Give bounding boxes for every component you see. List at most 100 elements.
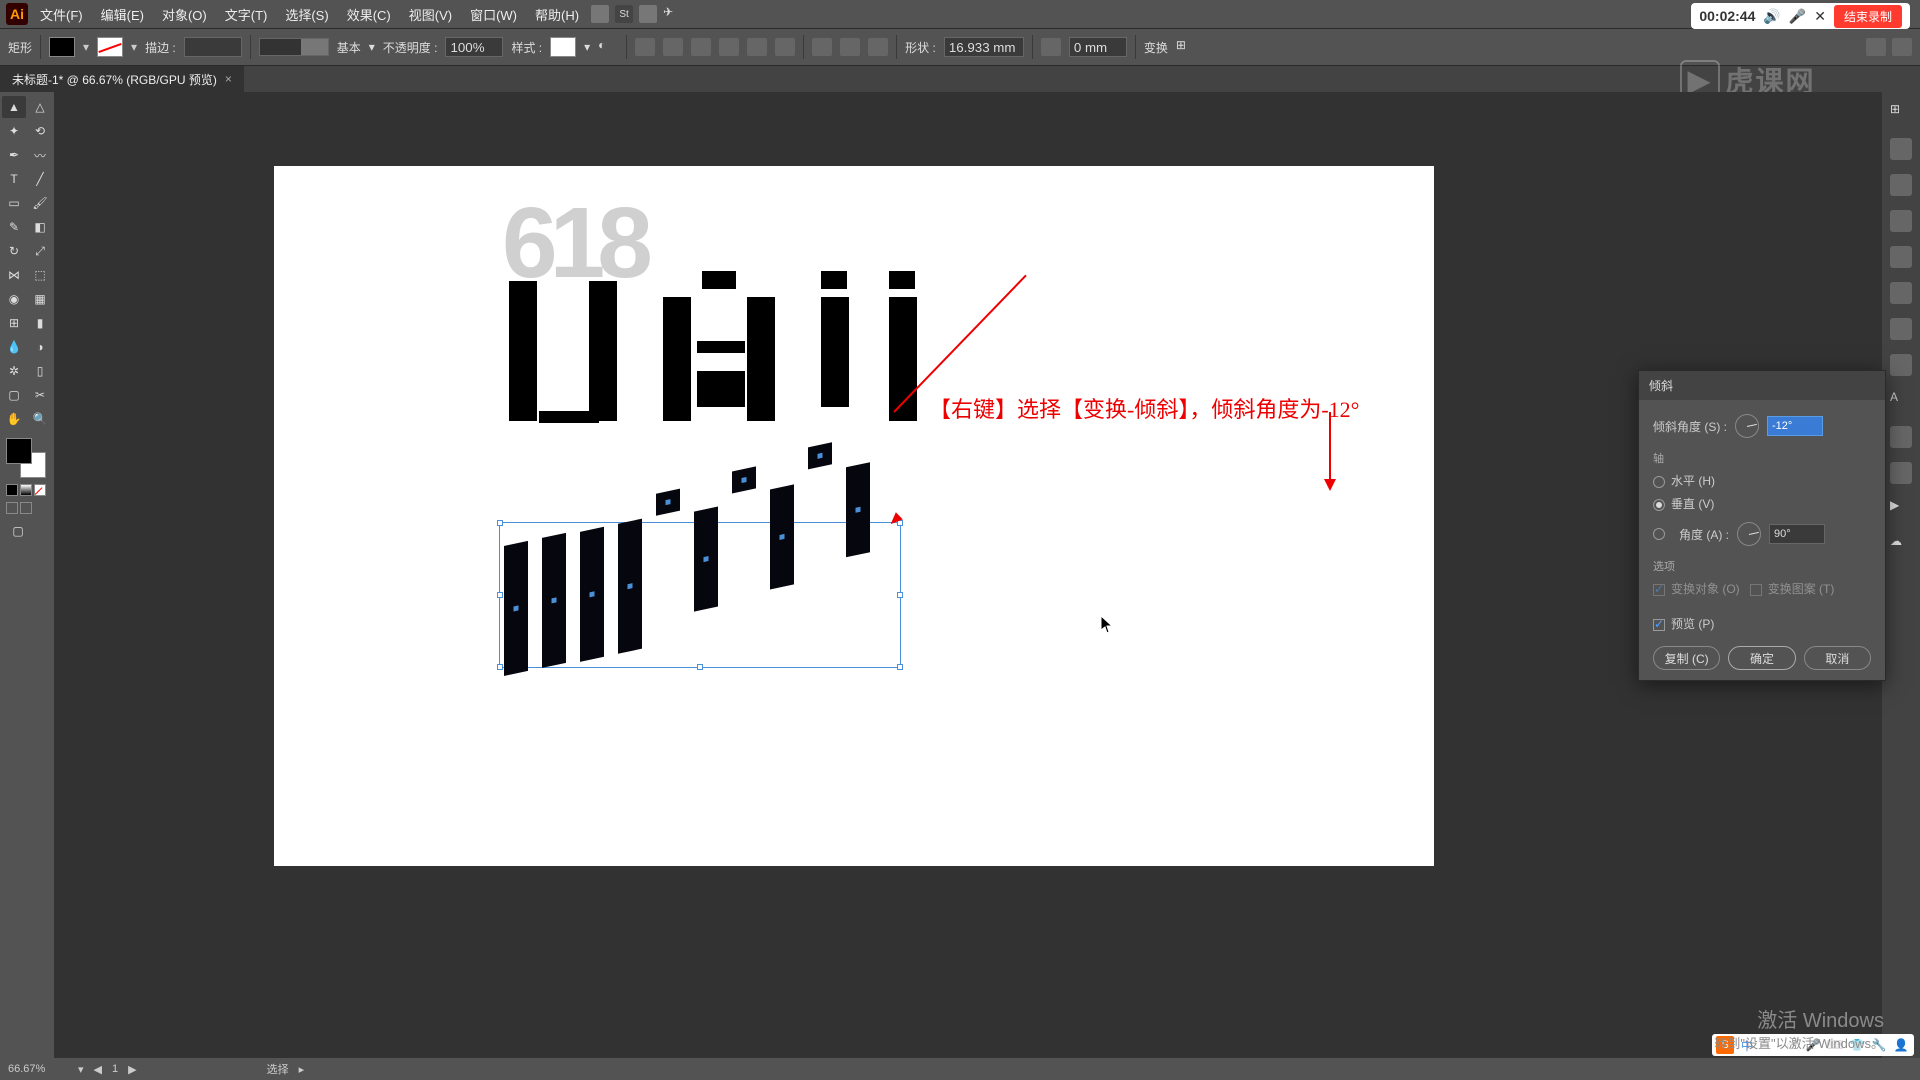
layers-panel-icon[interactable]: [1890, 462, 1912, 484]
menu-effect[interactable]: 效果(C): [341, 5, 397, 24]
symbol-sprayer-tool[interactable]: ✲: [2, 360, 26, 382]
slice-tool[interactable]: ✂: [28, 384, 52, 406]
shear-angle-input[interactable]: [1767, 416, 1823, 436]
graphic-styles-panel-icon[interactable]: [1890, 426, 1912, 448]
axis-angle-input[interactable]: [1769, 524, 1825, 544]
direct-selection-tool[interactable]: △: [28, 96, 52, 118]
screen-mode[interactable]: ▢: [6, 520, 30, 542]
align-top-icon[interactable]: [719, 38, 739, 56]
ime-user-icon[interactable]: 👤: [1892, 1036, 1910, 1054]
libraries-panel-icon[interactable]: ☁: [1890, 534, 1912, 556]
zoom-level[interactable]: 66.67%: [8, 1063, 68, 1075]
menu-window[interactable]: 窗口(W): [464, 5, 523, 24]
artboard-number[interactable]: 1: [112, 1063, 118, 1075]
corner-link-icon[interactable]: [1041, 38, 1061, 56]
document-tab[interactable]: 未标题-1* @ 66.67% (RGB/GPU 预览) ×: [0, 66, 244, 92]
preview-checkbox[interactable]: 预览 (P): [1653, 615, 1871, 632]
align-vcenter-icon[interactable]: [747, 38, 767, 56]
stop-recording-button[interactable]: 结束录制: [1834, 5, 1902, 28]
lasso-tool[interactable]: ⟲: [28, 120, 52, 142]
color-mode-none[interactable]: [34, 484, 46, 496]
free-transform-tool[interactable]: ⬚: [28, 264, 52, 286]
rotate-tool[interactable]: ↻: [2, 240, 26, 262]
hand-tool[interactable]: ✋: [2, 408, 26, 430]
menu-edit[interactable]: 编辑(E): [95, 5, 150, 24]
axis-angle-dial[interactable]: [1737, 522, 1761, 546]
axis-horizontal-radio[interactable]: 水平 (H): [1653, 472, 1871, 489]
fill-color[interactable]: [6, 438, 32, 464]
align-bottom-icon[interactable]: [775, 38, 795, 56]
gradient-tool[interactable]: ▮: [28, 312, 52, 334]
brush-definition[interactable]: [259, 38, 329, 56]
status-menu-icon[interactable]: ▸: [299, 1063, 305, 1076]
properties-panel-icon[interactable]: ⊞: [1890, 102, 1912, 124]
distribute-space-icon[interactable]: [868, 38, 888, 56]
paintbrush-tool[interactable]: 🖌: [28, 192, 52, 214]
brushes-panel-icon[interactable]: [1890, 210, 1912, 232]
isolate-icon[interactable]: [1866, 38, 1886, 56]
cancel-button[interactable]: 取消: [1804, 646, 1871, 670]
corner-radius-input[interactable]: [1069, 37, 1127, 57]
align-right-icon[interactable]: [691, 38, 711, 56]
swap-icon[interactable]: ▾: [83, 40, 89, 54]
color-mode-gradient[interactable]: [20, 484, 32, 496]
perspective-tool[interactable]: ▦: [28, 288, 52, 310]
zoom-dropdown-icon[interactable]: ▾: [78, 1063, 84, 1076]
panel-menu-icon[interactable]: [1892, 38, 1912, 56]
stroke-swatch[interactable]: [97, 37, 123, 57]
shape-builder-tool[interactable]: ◉: [2, 288, 26, 310]
width-tool[interactable]: ⋈: [2, 264, 26, 286]
symbols-panel-icon[interactable]: [1890, 246, 1912, 268]
type-tool[interactable]: T: [2, 168, 26, 190]
transform-label[interactable]: 变换: [1144, 39, 1168, 56]
pen-tool[interactable]: ✒: [2, 144, 26, 166]
mesh-tool[interactable]: ⊞: [2, 312, 26, 334]
color-panel-icon[interactable]: [1890, 138, 1912, 160]
swatches-panel-icon[interactable]: [1890, 174, 1912, 196]
shaper-tool[interactable]: ✎: [2, 216, 26, 238]
angle-dial[interactable]: [1735, 414, 1759, 438]
draw-normal[interactable]: [6, 502, 18, 514]
asset-export-panel-icon[interactable]: ▶: [1890, 498, 1912, 520]
menu-view[interactable]: 视图(V): [403, 5, 458, 24]
menu-file[interactable]: 文件(F): [34, 5, 89, 24]
artboard-nav-prev-icon[interactable]: ◀: [94, 1063, 102, 1076]
zoom-tool[interactable]: 🔍: [28, 408, 52, 430]
fill-swatch[interactable]: [49, 37, 75, 57]
menu-help[interactable]: 帮助(H): [529, 5, 585, 24]
transform-panel-icon[interactable]: ⊞: [1176, 38, 1196, 56]
style-dropdown[interactable]: ▾: [584, 40, 590, 54]
style-swatch[interactable]: [550, 37, 576, 57]
selection-tool[interactable]: ▲: [2, 96, 26, 118]
distribute-v-icon[interactable]: [840, 38, 860, 56]
ok-button[interactable]: 确定: [1728, 646, 1795, 670]
tab-close-icon[interactable]: ×: [225, 72, 232, 86]
eraser-tool[interactable]: ◧: [28, 216, 52, 238]
arrange-icon[interactable]: [639, 5, 657, 23]
artboard-tool[interactable]: ▢: [2, 384, 26, 406]
bridge-icon[interactable]: [591, 5, 609, 23]
profile-dropdown[interactable]: ▾: [369, 40, 375, 54]
pause-icon[interactable]: ✕: [1814, 8, 1826, 25]
draw-behind[interactable]: [20, 502, 32, 514]
menu-object[interactable]: 对象(O): [156, 5, 213, 24]
mic-icon[interactable]: 🎤: [1789, 8, 1806, 25]
shape-width-input[interactable]: [944, 37, 1024, 57]
align-hcenter-icon[interactable]: [663, 38, 683, 56]
rectangle-tool[interactable]: ▭: [2, 192, 26, 214]
appearance-panel-icon[interactable]: A: [1890, 390, 1912, 412]
volume-icon[interactable]: 🔊: [1763, 8, 1780, 25]
axis-angle-radio[interactable]: [1653, 528, 1665, 540]
magic-wand-tool[interactable]: ✦: [2, 120, 26, 142]
opacity-input[interactable]: [445, 37, 503, 57]
align-left-icon[interactable]: [635, 38, 655, 56]
gradient-panel-icon[interactable]: [1890, 318, 1912, 340]
eyedropper-tool[interactable]: 💧: [2, 336, 26, 358]
copy-button[interactable]: 复制 (C): [1653, 646, 1720, 670]
stock-icon[interactable]: St: [615, 5, 633, 23]
curvature-tool[interactable]: 〰: [28, 144, 52, 166]
axis-vertical-radio[interactable]: 垂直 (V): [1653, 495, 1871, 512]
distribute-h-icon[interactable]: [812, 38, 832, 56]
color-mode-solid[interactable]: [6, 484, 18, 496]
menu-type[interactable]: 文字(T): [219, 5, 274, 24]
